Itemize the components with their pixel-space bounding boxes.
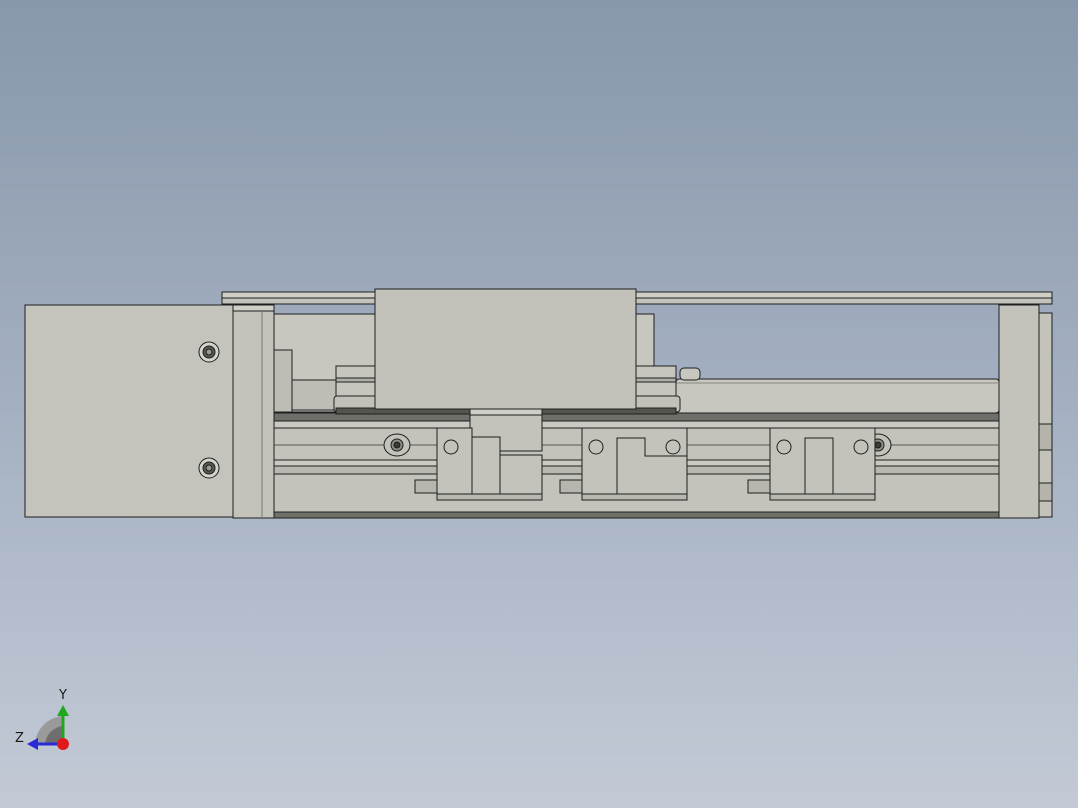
motor-screw-top — [198, 341, 220, 363]
right-end-plate — [998, 304, 1053, 519]
motor-housing — [24, 304, 234, 518]
rail-screw-left — [383, 433, 411, 457]
linear-actuator-model[interactable] — [0, 0, 1078, 808]
x-axis-dot — [57, 738, 69, 750]
y-axis-arrowhead — [57, 705, 69, 716]
z-axis-arrowhead — [27, 738, 38, 750]
cad-graphics-viewport[interactable]: Y Z — [0, 0, 1078, 808]
piston-rod — [675, 367, 1000, 414]
left-end-plate — [232, 304, 275, 519]
motor-screw-bottom — [198, 457, 220, 479]
view-orientation-triad[interactable] — [27, 705, 69, 750]
top-guide-rail — [221, 291, 1053, 305]
triad-z-label: Z — [15, 731, 24, 746]
triad-y-label: Y — [59, 688, 67, 703]
